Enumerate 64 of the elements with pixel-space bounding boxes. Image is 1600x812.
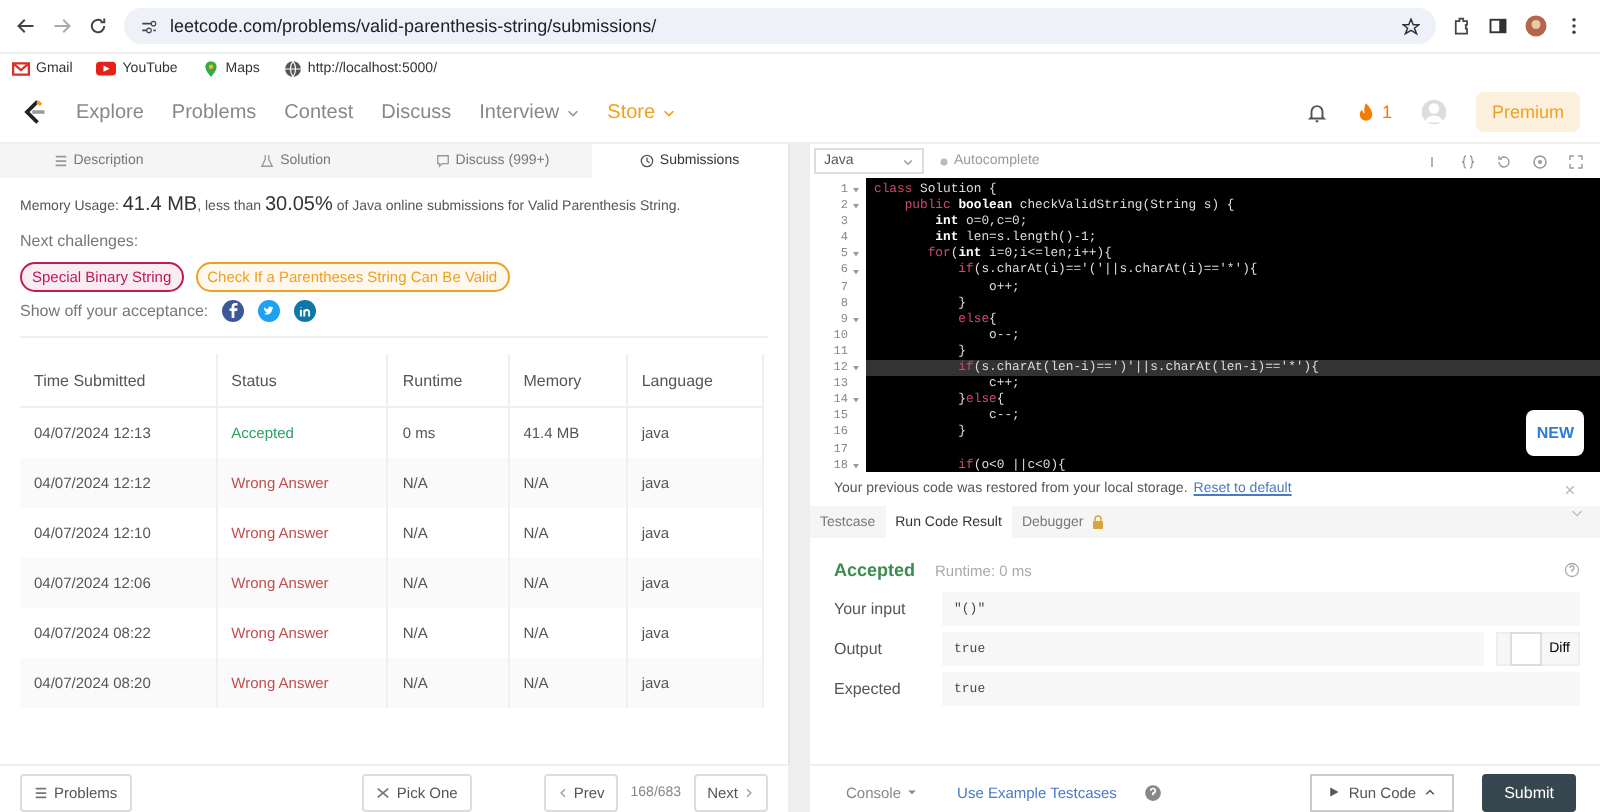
resize-handle[interactable] [790, 144, 810, 764]
url-text: leetcode.com/problems/valid-parenthesis-string/submissions/ [170, 16, 657, 36]
reset-icon[interactable] [1496, 153, 1512, 169]
column-header: Time Submitted [20, 354, 217, 407]
twitter-icon[interactable] [258, 300, 281, 322]
list-icon [34, 785, 48, 799]
play-icon [96, 58, 117, 78]
new-badge-button[interactable]: NEW [1526, 410, 1584, 456]
fire-icon [1355, 102, 1376, 122]
caret-icon [902, 155, 914, 167]
extensions-icon[interactable] [1452, 16, 1472, 36]
nav-link[interactable]: Contest [284, 101, 354, 123]
help-icon[interactable] [1144, 783, 1163, 801]
linkedin-icon[interactable] [294, 300, 317, 322]
resize-handle[interactable] [790, 764, 810, 812]
submit-button[interactable]: Submit [1482, 773, 1576, 811]
chat-icon [435, 154, 450, 168]
reload-icon[interactable] [88, 16, 108, 36]
column-header: Runtime [387, 354, 509, 407]
globe-icon [283, 59, 302, 77]
close-icon[interactable] [1564, 483, 1576, 495]
avatar-icon[interactable] [1524, 14, 1548, 38]
next-challenges-label: Next challenges: [20, 232, 141, 250]
bell-icon[interactable] [1305, 101, 1328, 123]
column-header: Language [626, 354, 763, 407]
clock-icon [639, 154, 654, 168]
facebook-icon[interactable] [222, 300, 245, 322]
list-icon [53, 154, 68, 168]
lock-icon [1089, 514, 1106, 530]
caret-icon [661, 105, 676, 119]
star-icon[interactable] [1402, 17, 1420, 35]
fullscreen-icon[interactable] [1568, 153, 1584, 169]
nav-link[interactable]: Discuss [381, 101, 452, 123]
flask-icon [260, 154, 275, 168]
chevron-left-icon [557, 787, 568, 797]
nav-link[interactable]: Explore [76, 101, 144, 123]
field-label: Output [834, 640, 885, 658]
side-panel-icon[interactable] [1488, 16, 1508, 36]
back-icon[interactable] [16, 16, 36, 36]
streak-count: 1 [1381, 102, 1392, 122]
site-settings-icon [140, 17, 158, 35]
share-label: Show off your acceptance: [20, 302, 209, 320]
mail-icon [12, 59, 30, 77]
chevron-right-icon [744, 787, 754, 797]
column-header: Status [216, 354, 388, 407]
dot-icon [940, 157, 948, 165]
caret-icon [565, 105, 580, 119]
field-label: Expected [834, 680, 903, 698]
help-icon[interactable] [1564, 562, 1580, 578]
field-label: Your input [834, 600, 908, 618]
chevron-down-icon[interactable] [1570, 506, 1584, 520]
caret-up-icon [1424, 786, 1437, 798]
nav-menu[interactable]: Interview [479, 101, 580, 123]
braces-icon[interactable] [1460, 153, 1476, 169]
forward-icon[interactable] [52, 16, 72, 36]
caret-icon [905, 786, 918, 798]
result-status: Accepted [834, 560, 916, 580]
map-pin-icon [201, 59, 220, 77]
settings-icon[interactable] [1532, 153, 1548, 169]
address-bar[interactable]: leetcode.com/problems/valid-parenthesis-string/submissions/ [124, 8, 1436, 44]
column-header: Memory [508, 354, 627, 407]
nav-link[interactable]: Problems [171, 101, 257, 123]
play-icon [1328, 786, 1341, 798]
logo-icon[interactable] [20, 98, 48, 126]
